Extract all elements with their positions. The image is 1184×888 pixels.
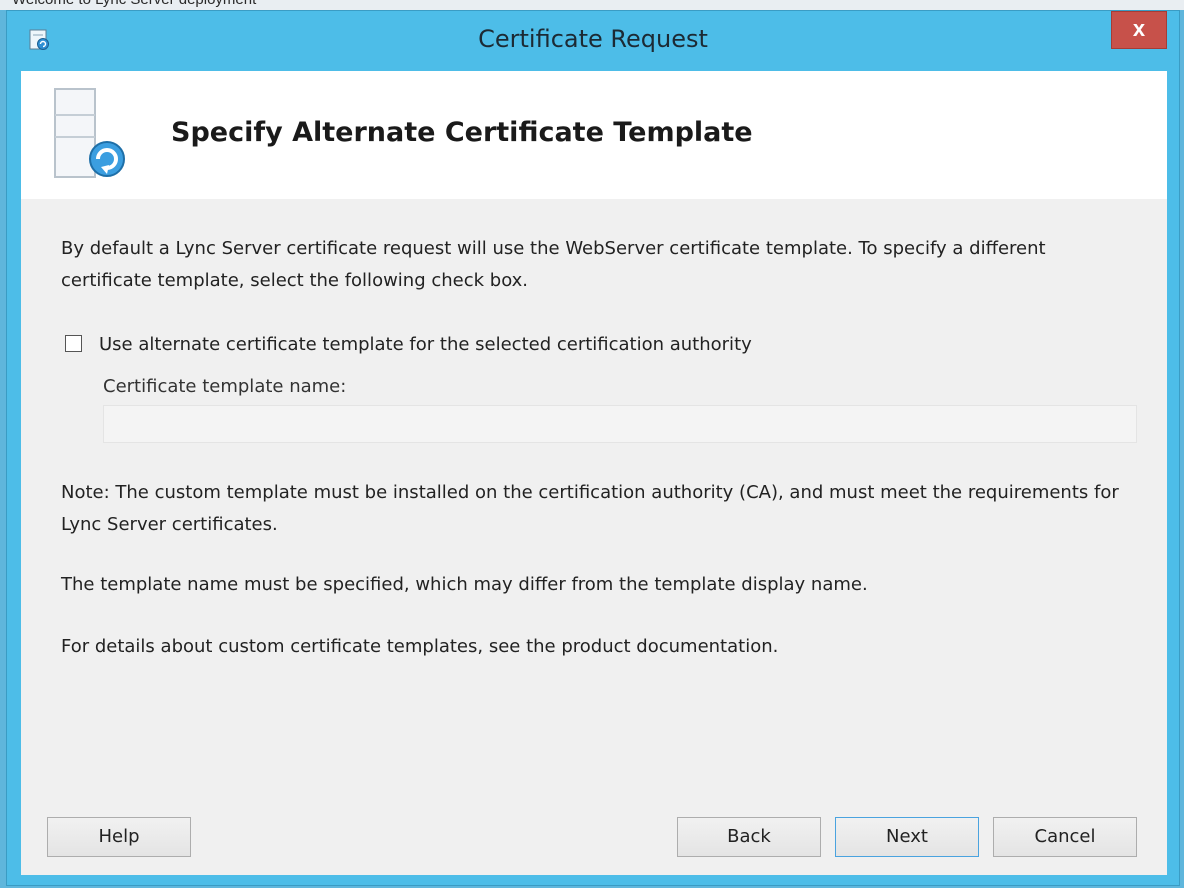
certificate-request-dialog: Certificate Request x Specify Alternate … [6,10,1180,886]
next-button[interactable]: Next [835,817,979,857]
wizard-content: By default a Lync Server certificate req… [21,199,1167,875]
cancel-button[interactable]: Cancel [993,817,1137,857]
server-certificate-icon [54,88,125,178]
background-window-title-text: Welcome to Lync Server deployment [12,0,256,8]
help-button[interactable]: Help [47,817,191,857]
window-title: Certificate Request [478,25,708,53]
alternate-template-checkbox-label[interactable]: Use alternate certificate template for t… [99,329,752,361]
title-bar[interactable]: Certificate Request x [7,11,1179,71]
close-button[interactable]: x [1111,11,1167,49]
intro-text: By default a Lync Server certificate req… [61,238,1046,291]
alternate-template-checkbox[interactable] [65,335,82,352]
note-custom-template: Note: The custom template must be instal… [61,482,1119,535]
background-window-title: Welcome to Lync Server deployment [0,0,1184,10]
page-title: Specify Alternate Certificate Template [171,117,753,148]
note-template-name: The template name must be specified, whi… [61,574,868,595]
template-name-label: Certificate template name: [103,376,347,397]
wizard-header: Specify Alternate Certificate Template [21,71,1167,199]
note-documentation: For details about custom certificate tem… [61,636,779,657]
template-name-input[interactable] [103,405,1137,443]
back-button[interactable]: Back [677,817,821,857]
close-icon: x [1132,16,1146,41]
